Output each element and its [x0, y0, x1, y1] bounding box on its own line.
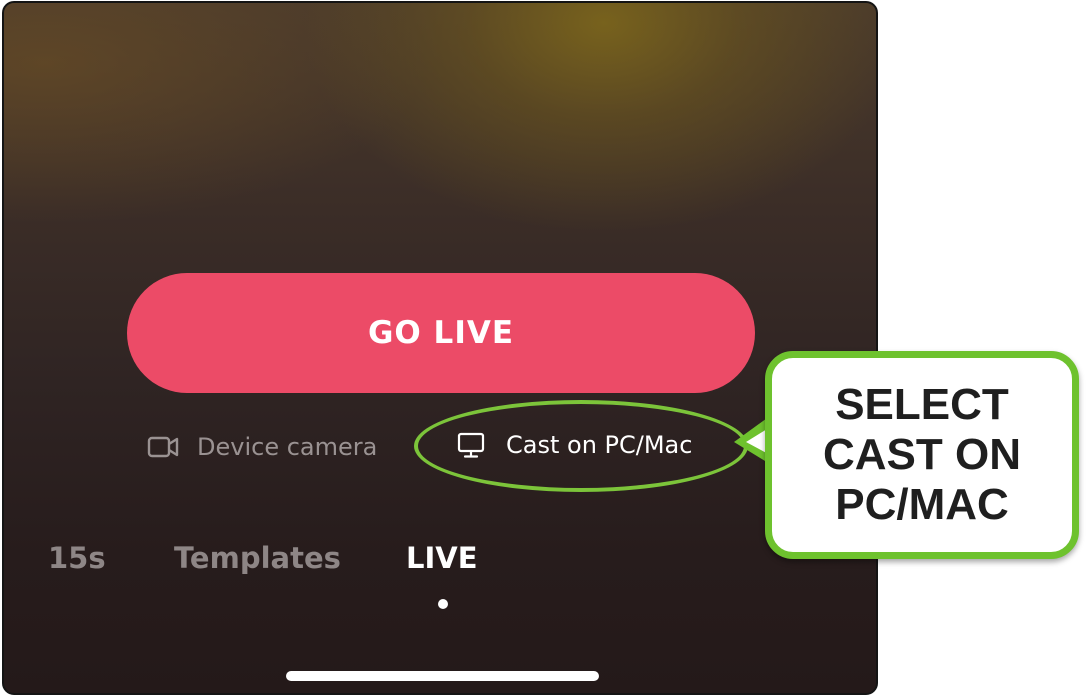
home-indicator[interactable] [286, 671, 599, 681]
tab-15s[interactable]: 15s [48, 541, 106, 575]
live-screen: GO LIVE Device camera Cast on PC/Mac 15s… [2, 1, 878, 695]
active-tab-indicator [438, 599, 448, 609]
go-live-button[interactable]: GO LIVE [127, 273, 755, 393]
callout-text: SELECT CAST ON PC/MAC [823, 380, 1021, 529]
monitor-icon [457, 432, 485, 458]
annotation-callout: SELECT CAST ON PC/MAC [765, 351, 1079, 559]
tab-live[interactable]: LIVE [406, 541, 478, 575]
device-camera-option[interactable]: Device camera [147, 429, 377, 465]
cast-on-pc-mac-option[interactable]: Cast on PC/Mac [456, 427, 692, 463]
device-camera-label: Device camera [197, 433, 378, 461]
video-camera-icon [147, 436, 179, 458]
cast-on-pc-mac-label: Cast on PC/Mac [506, 431, 693, 459]
tab-templates[interactable]: Templates [174, 541, 341, 575]
